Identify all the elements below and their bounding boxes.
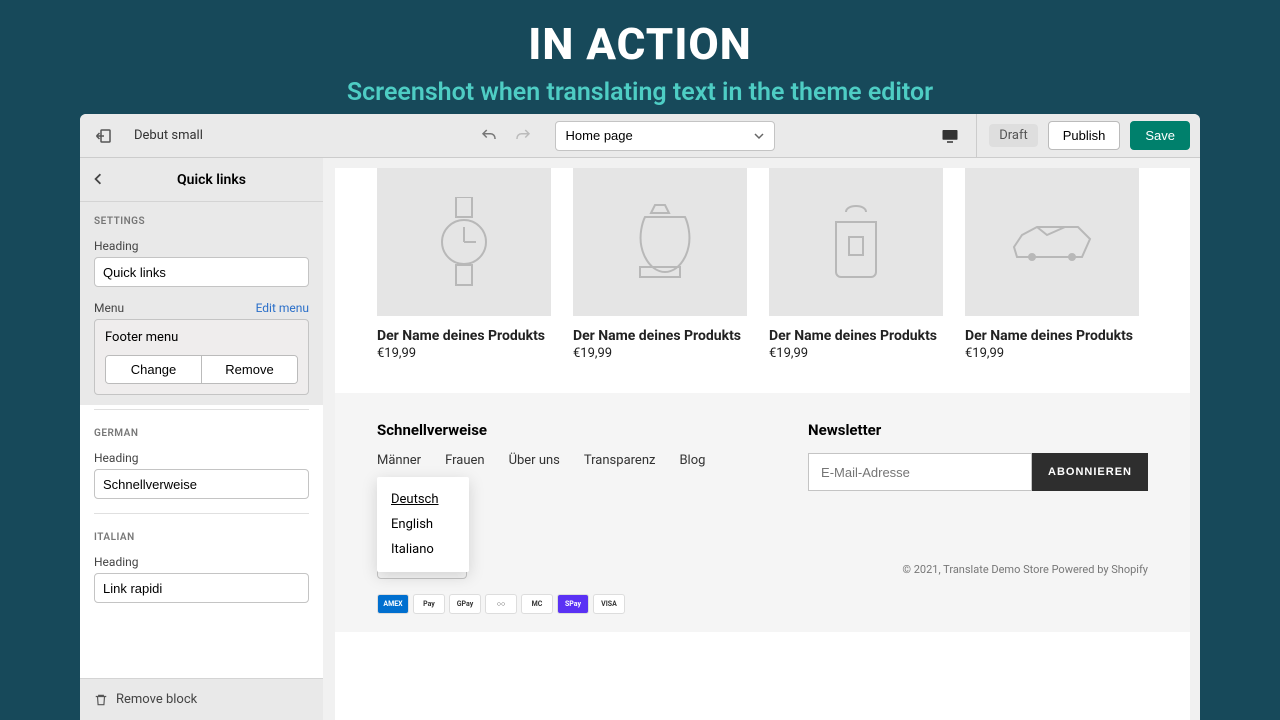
payment-icon: AMEX: [377, 594, 409, 614]
settings-section-label: SETTINGS: [80, 202, 323, 235]
preview-pane: Der Name deines Produkts€19,99Der Name d…: [335, 168, 1190, 720]
chevron-left-icon: [92, 173, 104, 185]
page-select-label: Home page: [566, 128, 633, 143]
trash-icon: [94, 693, 108, 707]
remove-menu-button[interactable]: Remove: [202, 356, 297, 383]
language-popup: DeutschEnglishItaliano: [377, 477, 469, 572]
footer-link[interactable]: Über uns: [509, 453, 560, 468]
footer-links-title: Schnellverweise: [377, 421, 705, 439]
draft-badge: Draft: [989, 124, 1038, 147]
product-title: Der Name deines Produkts: [377, 328, 551, 344]
language-option[interactable]: Italiano: [377, 537, 469, 562]
italian-heading-input[interactable]: [94, 573, 309, 603]
hero-title: IN ACTION: [0, 18, 1280, 70]
publish-button[interactable]: Publish: [1048, 121, 1121, 150]
desktop-view-button[interactable]: [936, 122, 964, 150]
change-menu-button[interactable]: Change: [106, 356, 202, 383]
subscribe-button[interactable]: ABONNIEREN: [1032, 453, 1148, 491]
product-card[interactable]: Der Name deines Produkts €19,99: [769, 168, 943, 361]
footer-link[interactable]: Männer: [377, 453, 421, 468]
product-price: €19,99: [769, 346, 943, 361]
page-select[interactable]: Home page: [555, 121, 775, 151]
product-card[interactable]: Der Name deines Produkts €19,99: [965, 168, 1139, 361]
heading-field-label: Heading: [94, 239, 309, 253]
newsletter-title: Newsletter: [808, 421, 1148, 439]
edit-menu-link[interactable]: Edit menu: [256, 301, 309, 315]
product-title: Der Name deines Produkts: [965, 328, 1139, 344]
exit-button[interactable]: [90, 122, 118, 150]
payment-icon: ○○: [485, 594, 517, 614]
footer-link[interactable]: Frauen: [445, 453, 484, 468]
undo-icon: [480, 127, 498, 145]
product-image: [377, 168, 551, 316]
italian-section-label: ITALIAN: [80, 518, 323, 551]
product-image: [573, 168, 747, 316]
undo-button[interactable]: [475, 122, 503, 150]
payment-icon: VISA: [593, 594, 625, 614]
email-input[interactable]: [808, 453, 1032, 491]
german-heading-label: Heading: [94, 451, 309, 465]
footer-link[interactable]: Blog: [679, 453, 705, 468]
save-button[interactable]: Save: [1130, 121, 1190, 150]
payment-icon: Pay: [413, 594, 445, 614]
german-heading-input[interactable]: [94, 469, 309, 499]
sidebar: Quick links SETTINGS Heading Menu Edit m…: [80, 158, 323, 720]
menu-name: Footer menu: [105, 330, 298, 345]
product-card[interactable]: Der Name deines Produkts €19,99: [573, 168, 747, 361]
menu-field-label: Menu: [94, 301, 124, 315]
redo-icon: [514, 127, 532, 145]
hero-subtitle: Screenshot when translating text in the …: [0, 78, 1280, 107]
product-price: €19,99: [377, 346, 551, 361]
payment-icon: GPay: [449, 594, 481, 614]
product-price: €19,99: [965, 346, 1139, 361]
back-button[interactable]: [92, 170, 112, 189]
desktop-icon: [941, 127, 959, 145]
product-title: Der Name deines Produkts: [573, 328, 747, 344]
exit-icon: [95, 127, 113, 145]
language-option[interactable]: Deutsch: [377, 487, 469, 512]
payment-icon: SPay: [557, 594, 589, 614]
product-card[interactable]: Der Name deines Produkts €19,99: [377, 168, 551, 361]
redo-button[interactable]: [509, 122, 537, 150]
payment-icon: MC: [521, 594, 553, 614]
topbar: Debut small Home page Draft Publish Save: [80, 114, 1200, 158]
product-image: [965, 168, 1139, 316]
sidebar-title: Quick links: [112, 172, 311, 188]
remove-block-label: Remove block: [116, 692, 197, 707]
product-title: Der Name deines Produkts: [769, 328, 943, 344]
product-price: €19,99: [573, 346, 747, 361]
app-window: Debut small Home page Draft Publish Save…: [80, 114, 1200, 720]
footer-link[interactable]: Transparenz: [584, 453, 656, 468]
heading-input[interactable]: [94, 257, 309, 287]
product-image: [769, 168, 943, 316]
italian-heading-label: Heading: [94, 555, 309, 569]
language-option[interactable]: English: [377, 512, 469, 537]
theme-name: Debut small: [134, 128, 203, 143]
chevron-down-icon: [754, 131, 764, 141]
remove-block-button[interactable]: Remove block: [80, 678, 323, 720]
german-section-label: GERMAN: [80, 414, 323, 447]
